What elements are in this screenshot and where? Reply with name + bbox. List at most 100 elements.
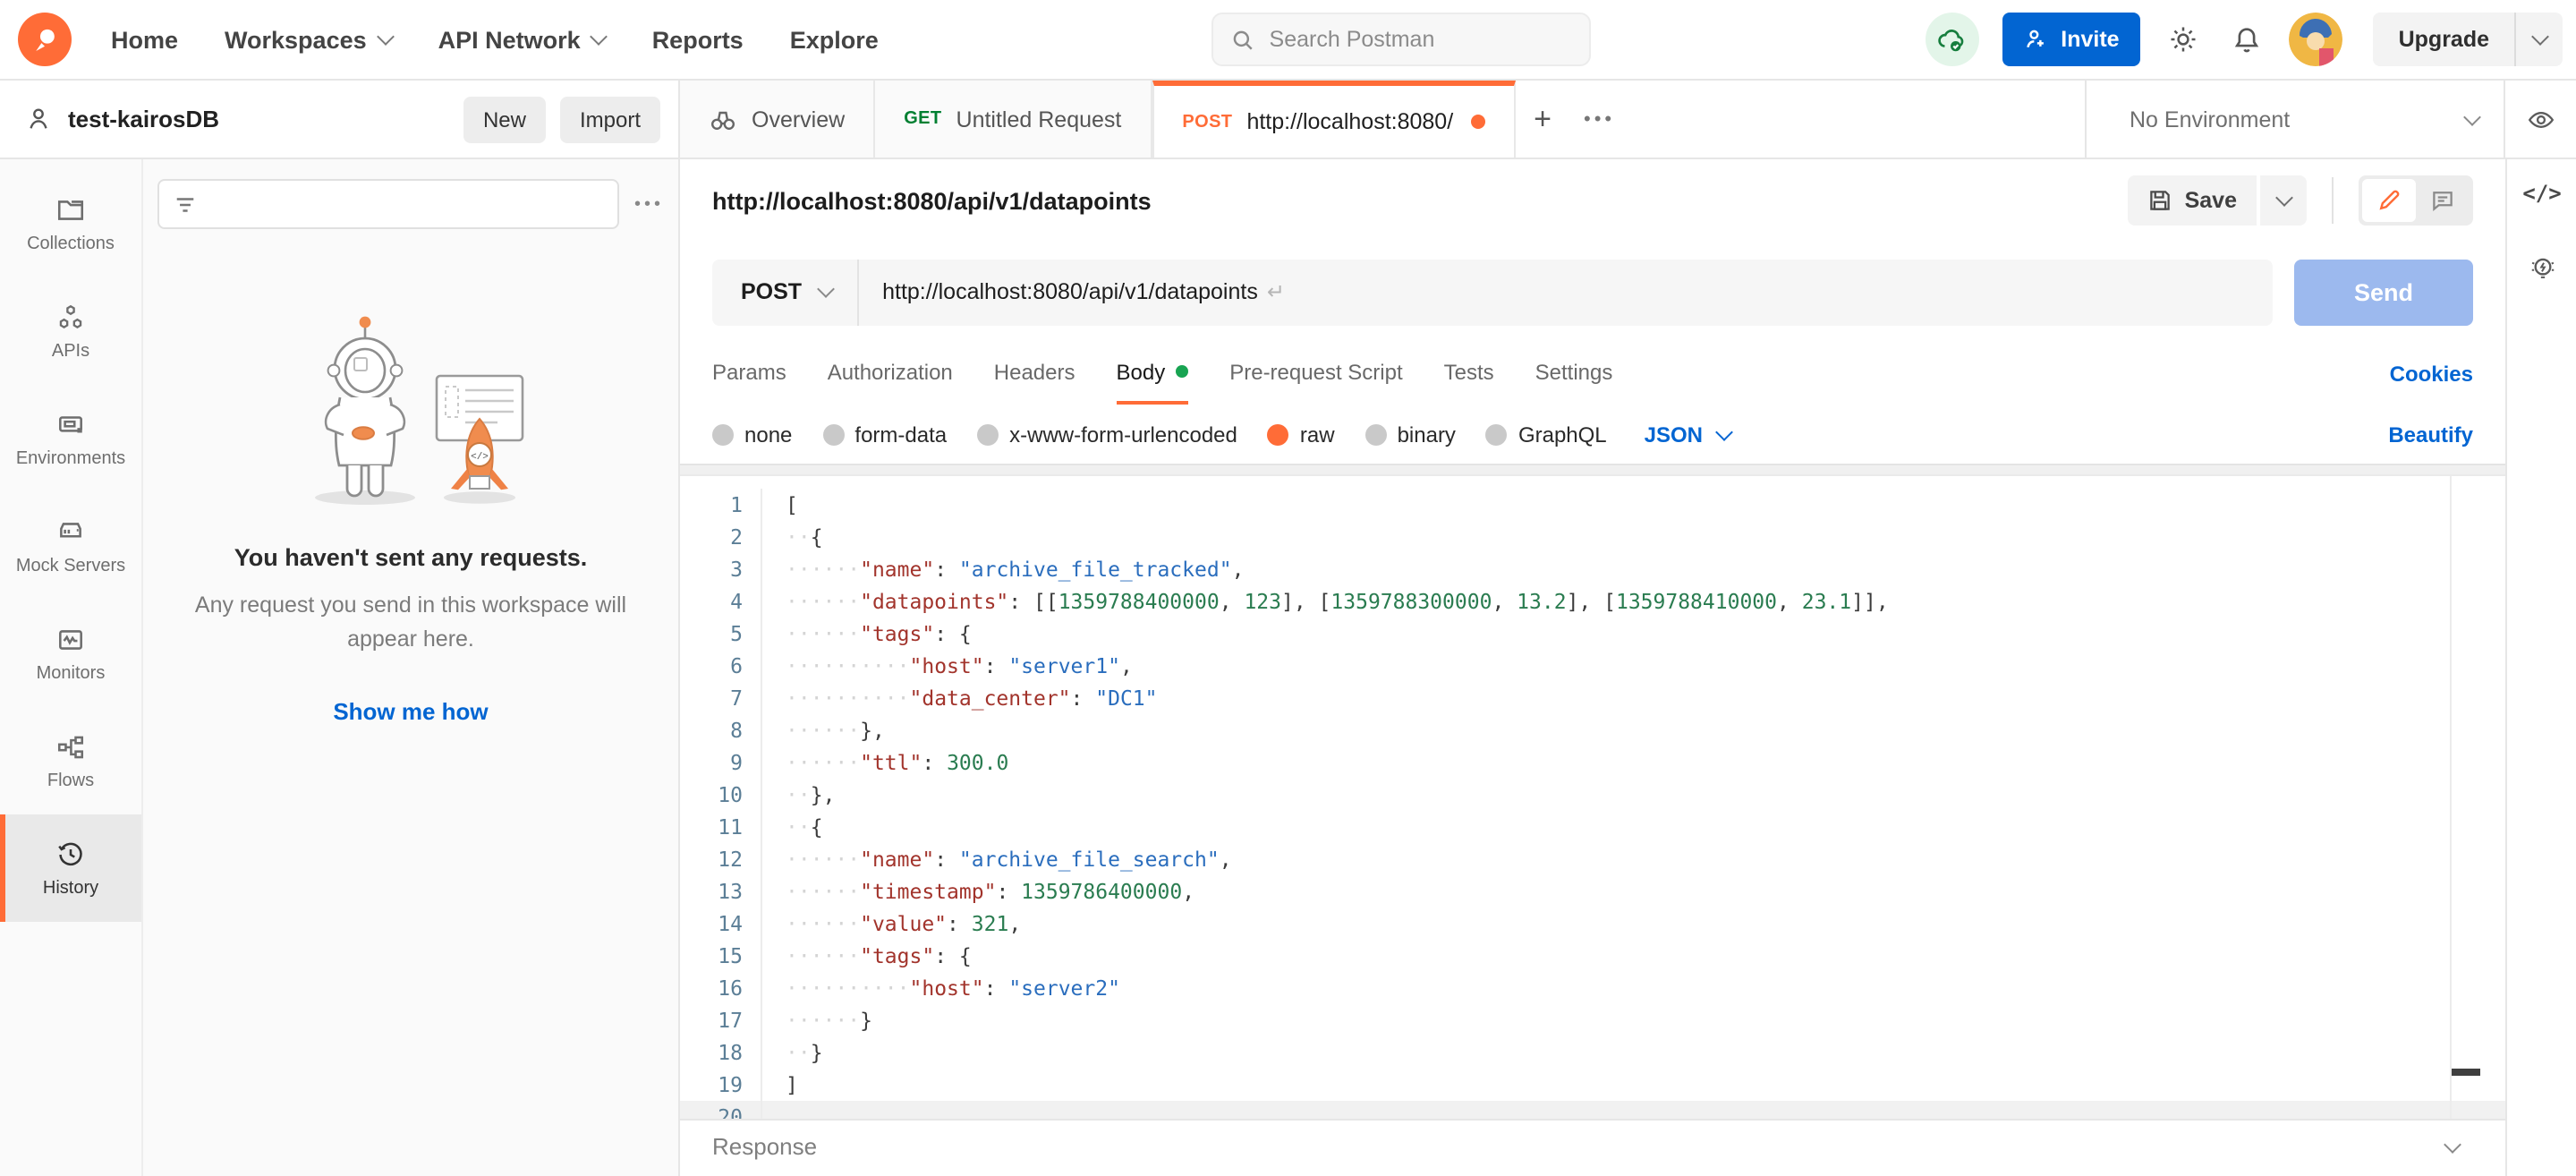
code-line[interactable]: 11··{ [680,811,2505,843]
pulse-icon [55,624,86,654]
nav-home[interactable]: Home [111,26,178,53]
new-button[interactable]: New [463,96,546,142]
code-line[interactable]: 1[ [680,489,2505,521]
nav-workspaces[interactable]: Workspaces [225,26,392,53]
import-button[interactable]: Import [560,96,660,142]
nav-explore[interactable]: Explore [790,26,879,53]
sidebar-item-monitors[interactable]: Monitors [0,600,141,707]
code-line[interactable]: 9······"ttl": 300.0 [680,746,2505,779]
divider [2332,177,2334,224]
save-button[interactable]: Save [2128,175,2257,226]
url-input[interactable]: http://localhost:8080/api/v1/datapoints [859,279,1258,304]
search-icon [1232,28,1255,51]
cookies-link[interactable]: Cookies [2390,342,2473,405]
method-selector[interactable]: POST [712,279,857,304]
body-code-editor[interactable]: 1[2··{3······"name": "archive_file_track… [680,476,2505,1119]
language-selector[interactable]: JSON [1645,422,1730,447]
comments-button[interactable] [2416,179,2470,222]
code-line[interactable]: 2··{ [680,521,2505,553]
tab-headers[interactable]: Headers [994,342,1075,405]
line-number: 20 [680,1101,762,1119]
mode-none[interactable]: none [712,422,792,447]
code-line[interactable]: 12······"name": "archive_file_search", [680,843,2505,875]
line-number: 9 [680,746,762,779]
chevron-down-icon [2274,189,2292,207]
mode-binary[interactable]: binary [1365,422,1456,447]
workspace-name[interactable]: test-kairosDB [68,106,219,132]
search-input[interactable]: Search Postman [1212,13,1592,66]
code-line[interactable]: 10··}, [680,779,2505,811]
code-line[interactable]: 6··········"host": "server1", [680,650,2505,682]
radio-icon [822,423,844,445]
user-avatar[interactable] [2290,13,2343,66]
pencil-icon [2376,188,2402,213]
settings-gear-icon[interactable] [2164,20,2204,59]
mode-raw[interactable]: raw [1268,422,1335,447]
code-line[interactable]: 19] [680,1069,2505,1101]
history-options-button[interactable]: ••• [634,194,664,214]
tab-pre-request-script[interactable]: Pre-request Script [1229,342,1402,405]
code-line[interactable]: 18··} [680,1036,2505,1069]
line-number: 1 [680,489,762,521]
beautify-link[interactable]: Beautify [2388,422,2473,447]
mode-graphql[interactable]: GraphQL [1486,422,1607,447]
code-line[interactable]: 5······"tags": { [680,618,2505,650]
empty-state-body: Any request you send in this workspace w… [183,589,639,659]
sidebar-item-collections[interactable]: Collections [0,170,141,277]
tab-get-untitled-request[interactable]: GET Untitled Request [875,81,1152,158]
tab-authorization[interactable]: Authorization [828,342,953,405]
code-line[interactable]: 8······}, [680,714,2505,746]
sidebar-item-history[interactable]: History [0,814,141,922]
send-button[interactable]: Send [2294,259,2473,325]
tab-params[interactable]: Params [712,342,786,405]
editor-scrollbar-thumb[interactable] [2452,1069,2480,1076]
code-line[interactable]: 14······"value": 321, [680,908,2505,940]
tab-options-button[interactable]: ••• [1569,108,1629,130]
tab-tests[interactable]: Tests [1444,342,1494,405]
history-filter-input[interactable] [157,179,620,229]
postman-logo-icon[interactable] [18,13,72,66]
edit-mode-button[interactable] [2362,179,2416,222]
nav-reports[interactable]: Reports [652,26,744,53]
chevron-down-icon [2530,28,2548,46]
environment-quick-look-eye-icon[interactable] [2505,105,2576,133]
main-nav: Home Workspaces API Network Reports Expl… [111,26,879,53]
sidebar-item-apis[interactable]: APIs [0,277,141,385]
empty-state-title: You haven't sent any requests. [183,544,639,571]
notifications-bell-icon[interactable] [2227,20,2266,59]
code-line[interactable]: 16··········"host": "server2" [680,972,2505,1004]
response-section-header[interactable]: Response [680,1119,2505,1172]
invite-button[interactable]: Invite [2002,13,2140,66]
mode-x-www-form-urlencoded[interactable]: x-www-form-urlencoded [977,422,1237,447]
person-icon [25,106,52,132]
sidebar-item-flows[interactable]: Flows [0,707,141,814]
tab-post-localhost[interactable]: POST http://localhost:8080/ [1152,81,1516,158]
nav-api-network[interactable]: API Network [438,26,606,53]
postbot-lightbulb-icon[interactable] [2526,252,2558,285]
code-line[interactable]: 7··········"data_center": "DC1" [680,682,2505,714]
upgrade-dropdown-button[interactable] [2516,36,2563,43]
code-line[interactable]: 13······"timestamp": 1359786400000, [680,875,2505,908]
astronaut-illustration: </> [250,304,572,516]
tab-overview[interactable]: Overview [680,81,875,158]
environment-bar: No Environment [2085,81,2576,158]
sync-status-icon[interactable] [1925,13,1978,66]
upgrade-button[interactable]: Upgrade [2374,27,2514,52]
code-line[interactable]: 15······"tags": { [680,940,2505,972]
save-floppy-icon [2147,188,2172,213]
sidebar-item-environments[interactable]: Environments [0,385,141,492]
mode-form-data[interactable]: form-data [822,422,947,447]
code-line[interactable]: 4······"datapoints": [[1359788400000, 12… [680,585,2505,618]
show-me-how-link[interactable]: Show me how [333,698,488,725]
code-line[interactable]: 3······"name": "archive_file_tracked", [680,553,2505,585]
environment-selector[interactable]: No Environment [2130,107,2290,132]
code-line[interactable]: 17······} [680,1004,2505,1036]
new-tab-button[interactable]: + [1516,101,1569,137]
radio-icon-selected [1268,423,1289,445]
code-line[interactable]: 20 [680,1101,2505,1119]
save-dropdown-button[interactable] [2260,175,2307,226]
code-snippet-icon[interactable]: </> [2522,181,2561,206]
tab-settings[interactable]: Settings [1535,342,1613,405]
sidebar-item-mock-servers[interactable]: Mock Servers [0,492,141,600]
tab-body[interactable]: Body [1117,342,1189,405]
